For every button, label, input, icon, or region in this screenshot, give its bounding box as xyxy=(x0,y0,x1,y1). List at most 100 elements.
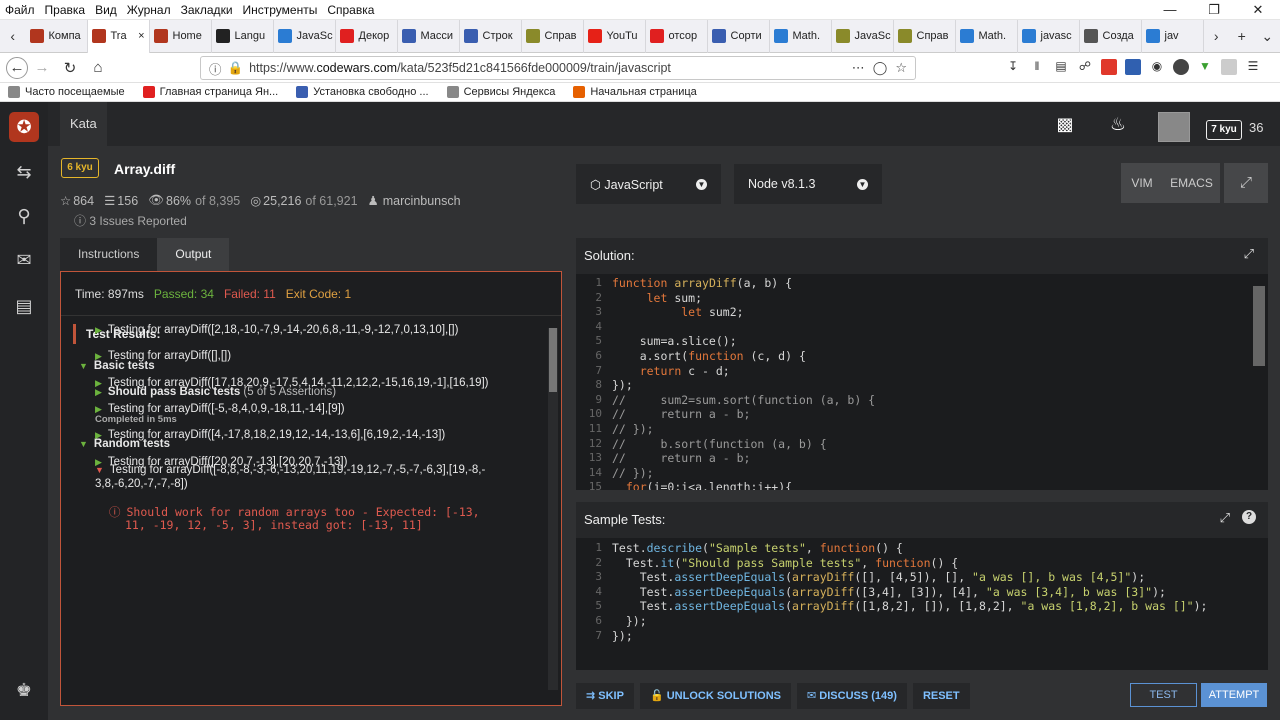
skip-button[interactable]: ⇉ SKIP xyxy=(576,683,634,709)
bookmark-item[interactable]: Установка свободно ... xyxy=(288,86,429,98)
code-line[interactable]: }); xyxy=(612,629,633,643)
editor-scrollbar-thumb[interactable] xyxy=(1253,286,1265,366)
browser-tab[interactable]: Масси xyxy=(398,19,460,53)
bookmark-item[interactable]: Начальная страница xyxy=(565,86,697,98)
bookmark-add-icon[interactable]: ▩ xyxy=(1053,112,1077,136)
test-item[interactable]: ▶ Testing for arrayDiff([17,18,20,9,-17,5… xyxy=(95,377,489,389)
notifications-bell-icon[interactable]: ♨ xyxy=(1106,112,1130,136)
kata-breadcrumb[interactable]: Kata xyxy=(60,102,107,146)
code-line[interactable]: }); xyxy=(612,378,633,392)
code-line[interactable]: }); xyxy=(612,614,647,628)
trophy-icon[interactable]: ♚ xyxy=(12,678,36,702)
code-line[interactable]: for(i=0;i<a.length;i++){ xyxy=(612,480,792,490)
bookmark-star-icon[interactable]: ☆ xyxy=(895,60,907,76)
menu-tools[interactable]: Инструменты xyxy=(238,3,323,17)
close-window-icon[interactable]: ✕ xyxy=(1236,0,1280,20)
language-select[interactable]: ⬡ JavaScript ▼ xyxy=(576,164,721,204)
emacs-mode-button[interactable]: EMACS xyxy=(1163,163,1220,203)
info-icon[interactable]: ⓘ xyxy=(209,59,222,78)
author-name[interactable]: marcinbunsch xyxy=(383,194,461,208)
docs-icon[interactable]: ▤ xyxy=(12,294,36,318)
url-bar[interactable]: ⓘ 🔒 https://www. codewars.com/kata/523f5d… xyxy=(200,56,916,80)
hierarchy-icon[interactable]: ⚲ xyxy=(12,204,36,228)
tab-list-icon[interactable]: ⌄ xyxy=(1255,28,1280,45)
browser-tab[interactable]: Tra × xyxy=(87,19,150,53)
home-icon[interactable]: ⌂ xyxy=(84,59,112,76)
code-line[interactable]: // return a - b; xyxy=(612,451,750,465)
code-line[interactable]: // }); xyxy=(612,466,654,480)
unlock-solutions-button[interactable]: 🔓 UNLOCK SOLUTIONS xyxy=(639,683,792,709)
scrollbar-thumb[interactable] xyxy=(549,328,557,392)
forward-icon[interactable]: → xyxy=(28,59,56,76)
issues-link[interactable]: ⓘ 3 Issues Reported xyxy=(74,212,187,229)
vim-mode-button[interactable]: VIM xyxy=(1121,163,1163,203)
browser-tab[interactable]: YouTu xyxy=(584,19,646,53)
attempt-button[interactable]: ATTEMPT xyxy=(1201,683,1267,707)
browser-tab[interactable]: JavaSc xyxy=(274,19,336,53)
menu-bookmarks[interactable]: Закладки xyxy=(176,3,238,17)
browser-tab[interactable]: Math. xyxy=(956,19,1018,53)
bookmark-item[interactable]: Часто посещаемые xyxy=(0,86,125,98)
test-item[interactable]: ▶ Testing for arrayDiff([2,18,-10,-7,9,-1… xyxy=(95,324,458,336)
test-item[interactable]: ▶ Testing for arrayDiff([],[]) xyxy=(95,350,231,362)
help-icon[interactable]: ? xyxy=(1242,510,1256,524)
test-item[interactable]: ▶ Testing for arrayDiff([4,-17,8,18,2,19,… xyxy=(95,429,445,441)
library-icon[interactable]: ‖ xyxy=(1029,59,1045,75)
reload-icon[interactable]: ↻ xyxy=(56,59,84,77)
test-item[interactable]: ▶ Testing for arrayDiff([20,20,7,-13],[20… xyxy=(95,456,347,468)
code-line[interactable]: Test.assertDeepEquals(arrayDiff([], [4,5… xyxy=(612,570,1145,584)
browser-tab[interactable]: JavaSc xyxy=(832,19,894,53)
test-item[interactable]: ▶ Testing for arrayDiff([-5,-8,4,0,9,-18,… xyxy=(95,403,345,415)
tab-output[interactable]: Output xyxy=(157,238,230,271)
browser-tab[interactable]: Декор xyxy=(336,19,398,53)
browser-tab[interactable]: Строк xyxy=(460,19,522,53)
code-line[interactable]: // b.sort(function (a, b) { xyxy=(612,437,827,451)
browser-tab[interactable]: Сорти xyxy=(708,19,770,53)
cart-extension-icon[interactable]: ☍ xyxy=(1077,59,1093,75)
download-icon[interactable]: ↧ xyxy=(1005,59,1021,75)
code-line[interactable]: a.sort(function (c, d) { xyxy=(612,349,806,363)
browser-tab[interactable]: jav xyxy=(1142,19,1204,53)
bookmark-item[interactable]: Сервисы Яндекса xyxy=(439,86,555,98)
menu-history[interactable]: Журнал xyxy=(122,3,176,17)
chat-icon[interactable]: ✉ xyxy=(12,248,36,272)
code-line[interactable]: // sum2=sum.sort(function (a, b) { xyxy=(612,393,875,407)
rank-badge[interactable]: 7 kyu xyxy=(1206,120,1242,140)
browser-tab[interactable]: Справ xyxy=(522,19,584,53)
code-line[interactable]: sum=a.slice(); xyxy=(612,334,737,348)
menu-file[interactable]: Файл xyxy=(0,3,40,17)
browser-tab[interactable]: Созда xyxy=(1080,19,1142,53)
menu-edit[interactable]: Правка xyxy=(40,3,91,17)
tab-instructions[interactable]: Instructions xyxy=(60,238,158,271)
discuss-button[interactable]: ✉ DISCUSS (149) xyxy=(797,683,907,709)
reset-button[interactable]: RESET xyxy=(912,683,970,709)
sample-tests-editor[interactable]: 1 Test.describe("Sample tests", function(… xyxy=(576,538,1268,670)
menu-help[interactable]: Справка xyxy=(322,3,379,17)
code-line[interactable]: let sum2; xyxy=(612,305,743,319)
code-line[interactable]: Test.it("Should pass Sample tests", func… xyxy=(612,556,958,570)
sidebar-toggle-icon[interactable]: ▤ xyxy=(1053,59,1069,75)
browser-tab[interactable]: Home xyxy=(150,19,212,53)
output-scrollbar[interactable] xyxy=(548,328,558,690)
bookmark-item[interactable]: Главная страница Ян... xyxy=(135,86,278,98)
solution-editor[interactable]: 1 function arrayDiff(a, b) {2 let sum; 3 l… xyxy=(576,274,1268,490)
extension-vpn-icon[interactable] xyxy=(1173,59,1189,75)
code-line[interactable]: function arrayDiff(a, b) { xyxy=(612,276,792,290)
lock-icon[interactable]: 🔒 xyxy=(228,61,244,76)
practice-icon[interactable]: ⇆ xyxy=(12,160,36,184)
browser-tab[interactable]: Компа xyxy=(26,19,88,53)
restore-icon[interactable]: ❐ xyxy=(1192,0,1236,20)
extension-green-icon[interactable]: ▼ xyxy=(1197,59,1213,75)
test-button[interactable]: TEST xyxy=(1130,683,1197,707)
runtime-select[interactable]: Node v8.1.3 ▼ xyxy=(734,164,882,204)
back-icon[interactable]: ← xyxy=(6,56,28,79)
code-line[interactable]: Test.assertDeepEquals(arrayDiff([1,8,2],… xyxy=(612,599,1208,613)
expand-icon[interactable]: ⤢ xyxy=(1244,246,1254,262)
extension-gift-icon[interactable] xyxy=(1125,59,1141,75)
extension-block-icon[interactable] xyxy=(1221,59,1237,75)
avatar[interactable] xyxy=(1158,112,1190,142)
browser-tab[interactable]: Math. xyxy=(770,19,832,53)
browser-tab[interactable]: Langu xyxy=(212,19,274,53)
tab-scroll-right-icon[interactable]: › xyxy=(1204,28,1230,44)
expand-icon[interactable]: ⤢ xyxy=(1220,510,1230,526)
